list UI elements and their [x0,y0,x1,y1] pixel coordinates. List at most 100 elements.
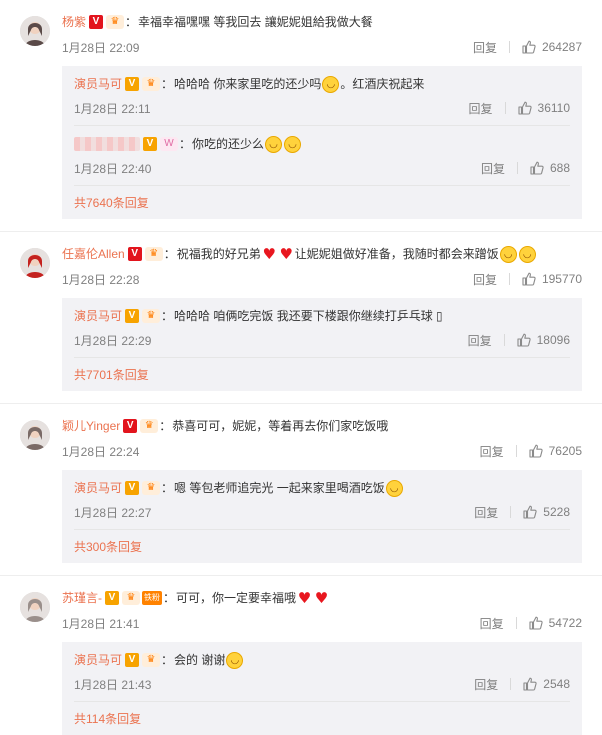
verified-v-badge-icon: V [127,247,142,261]
yum-emoji-icon: ◡ [265,135,283,153]
username-link[interactable]: 演员马可 [74,650,122,670]
thumbs-up-icon [522,40,536,54]
reply-button[interactable]: 回复 [473,39,497,56]
avatar[interactable] [20,592,50,622]
more-replies-link[interactable]: 共7640条回复 [74,185,570,213]
action-divider [504,102,506,114]
like-count: 688 [549,161,570,175]
action-divider [503,334,505,346]
comment-text-line: 颖儿Yinger V ♛：恭喜可可，妮妮，等着再去你们家吃饭哦 [62,416,582,436]
action-divider [516,162,518,174]
like-count: 76205 [548,444,582,458]
avatar[interactable] [20,16,50,46]
reply-button[interactable]: 回复 [468,332,492,349]
reply-item: 演员马可 V ♛：哈哈哈 咱俩吃完饭 我还要下楼跟你继续打乒乓球 ▯ 1月28日 22… [74,298,570,351]
member-crown-badge-icon: ♛ [122,591,140,605]
thumbs-up-icon [523,505,537,519]
comment-text-line: 苏瑾言- V ♛ 铁粉：可可，你一定要幸福哦 ♥ ♥ [62,588,582,608]
reply-list: 演员马可 V ♛：哈哈哈 咱俩吃完饭 我还要下楼跟你继续打乒乓球 ▯ 1月28日 22… [62,298,582,391]
member-crown-badge-icon: ♛ [142,481,161,495]
comment-text: 可可，你一定要幸福哦 [176,591,297,605]
like-button[interactable]: 264287 [522,40,582,54]
username-link[interactable]: 演员马可 [74,478,122,498]
colon-separator: ： [161,481,174,495]
colon-separator: ： [161,653,174,667]
more-replies-link[interactable]: 共300条回复 [74,529,570,557]
comment-meta: 1月28日 22:29 回复 18096 [74,329,570,351]
avatar[interactable] [20,420,50,450]
comment-actions: 回复 36110 [469,100,571,117]
like-button[interactable]: 688 [530,161,570,175]
comment-actions: 回复 5228 [474,504,570,521]
reply-button[interactable]: 回复 [474,676,498,693]
timestamp: 1月28日 22:27 [74,505,152,520]
username-link[interactable]: 演员马可 [74,74,122,94]
laugh-emoji-icon: ◡ [322,75,340,93]
comment-thread: 任嘉伦Allen V ♛：祝福我的好兄弟 ♥ ♥ 让妮妮姐做好准备，我随时都会来蹭饭 ◡ ◡ 1… [0,231,602,391]
like-button[interactable]: 76205 [529,444,582,458]
grin-emoji-icon: ◡ [385,479,403,497]
username-link[interactable]: 颖儿Yinger [62,416,120,436]
action-divider [515,445,517,457]
comment-thread: 苏瑾言- V ♛ 铁粉：可可，你一定要幸福哦 ♥ ♥ 1月28日 21:41 回复 54722 演… [0,575,602,735]
comment-text-line: 演员马可 V ♛：哈哈哈 咱俩吃完饭 我还要下楼跟你继续打乒乓球 ▯ [74,306,570,326]
colon-separator: ： [163,591,176,605]
like-button[interactable]: 18096 [517,333,570,347]
comment-meta: 1月28日 21:41 回复 54722 [62,612,582,634]
fan-badge: 铁粉 [142,591,162,605]
thumbs-up-icon [522,272,536,286]
like-count: 36110 [537,101,570,115]
thumbs-up-icon [530,161,544,175]
colon-separator: ： [161,309,174,323]
username-link[interactable]: 演员马可 [74,306,122,326]
colon-separator: ： [159,419,172,433]
colon-separator: ： [161,77,174,91]
more-replies-link[interactable]: 共114条回复 [74,701,570,729]
more-replies-link[interactable]: 共7701条回复 [74,357,570,385]
reply-button[interactable]: 回复 [480,443,504,460]
reply-item: 演员马可 V ♛：嗯 等包老师追完光 一起来家里喝酒吃饭 ◡ 1月28日 22:27 回复… [74,470,570,523]
like-button[interactable]: 36110 [517,101,570,115]
reply-button[interactable]: 回复 [481,160,505,177]
avatar-image [20,592,50,622]
comment-thread: 杨紫 V ♛：幸福幸福嘿嘿 等我回去 讓妮妮姐給我做大餐 1月28日 22:09 回复 2… [0,0,602,219]
comment-actions: 回复 54722 [480,615,582,632]
member-crown-badge-icon: ♛ [142,309,161,323]
reply-item: 演员马可 V ♛：会的 谢谢 ◡ 1月28日 21:43 回复 2548 [74,642,570,695]
heart-emoji-icon: ♥ [262,244,276,263]
reply-button[interactable]: 回复 [473,271,497,288]
reply-button[interactable]: 回复 [469,100,493,117]
thumbs-up-icon [523,677,537,691]
like-button[interactable]: 54722 [529,616,582,630]
member-crown-badge-icon: ♛ [142,77,161,91]
comment-meta: 1月28日 22:40 回复 688 [74,157,570,179]
thumbs-up-icon [517,101,532,115]
reply-list: 演员马可 V ♛：哈哈哈 你来家里吃的还少吗 ◡ 。红酒庆祝起来 1月28日 22:11 回… [62,66,582,219]
reply-button[interactable]: 回复 [474,504,498,521]
avatar[interactable] [20,248,50,278]
comment-text: 会的 谢谢 [174,653,226,667]
comment-actions: 回复 2548 [474,676,570,693]
username-link[interactable]: 任嘉伦Allen [62,244,125,264]
username-link[interactable]: 杨紫 [62,12,86,32]
comment-text: 嗯 等包老师追完光 一起来家里喝酒吃饭 [174,481,385,495]
like-button[interactable]: 195770 [522,272,582,286]
comment-actions: 回复 18096 [468,332,570,349]
thumbs-up-icon [529,444,543,458]
comment-feed: 杨紫 V ♛：幸福幸福嘿嘿 等我回去 讓妮妮姐給我做大餐 1月28日 22:09 回复 2… [0,0,602,735]
like-button[interactable]: 5228 [523,505,570,519]
timestamp: 1月28日 22:29 [74,333,152,348]
like-button[interactable]: 2548 [523,677,570,691]
grin-emoji-icon: ◡ [499,245,517,263]
thumbs-up-icon [517,333,531,347]
like-count: 2548 [543,677,570,691]
action-divider [508,41,510,53]
action-divider [508,273,510,285]
comment-meta: 1月28日 22:11 回复 36110 [74,97,570,119]
like-count: 5228 [543,505,570,519]
like-count: 18096 [536,333,570,347]
heart-emoji-icon: ♥ [279,244,293,263]
timestamp: 1月28日 22:28 [62,272,140,287]
reply-button[interactable]: 回复 [480,615,504,632]
username-link[interactable]: 苏瑾言- [62,588,102,608]
